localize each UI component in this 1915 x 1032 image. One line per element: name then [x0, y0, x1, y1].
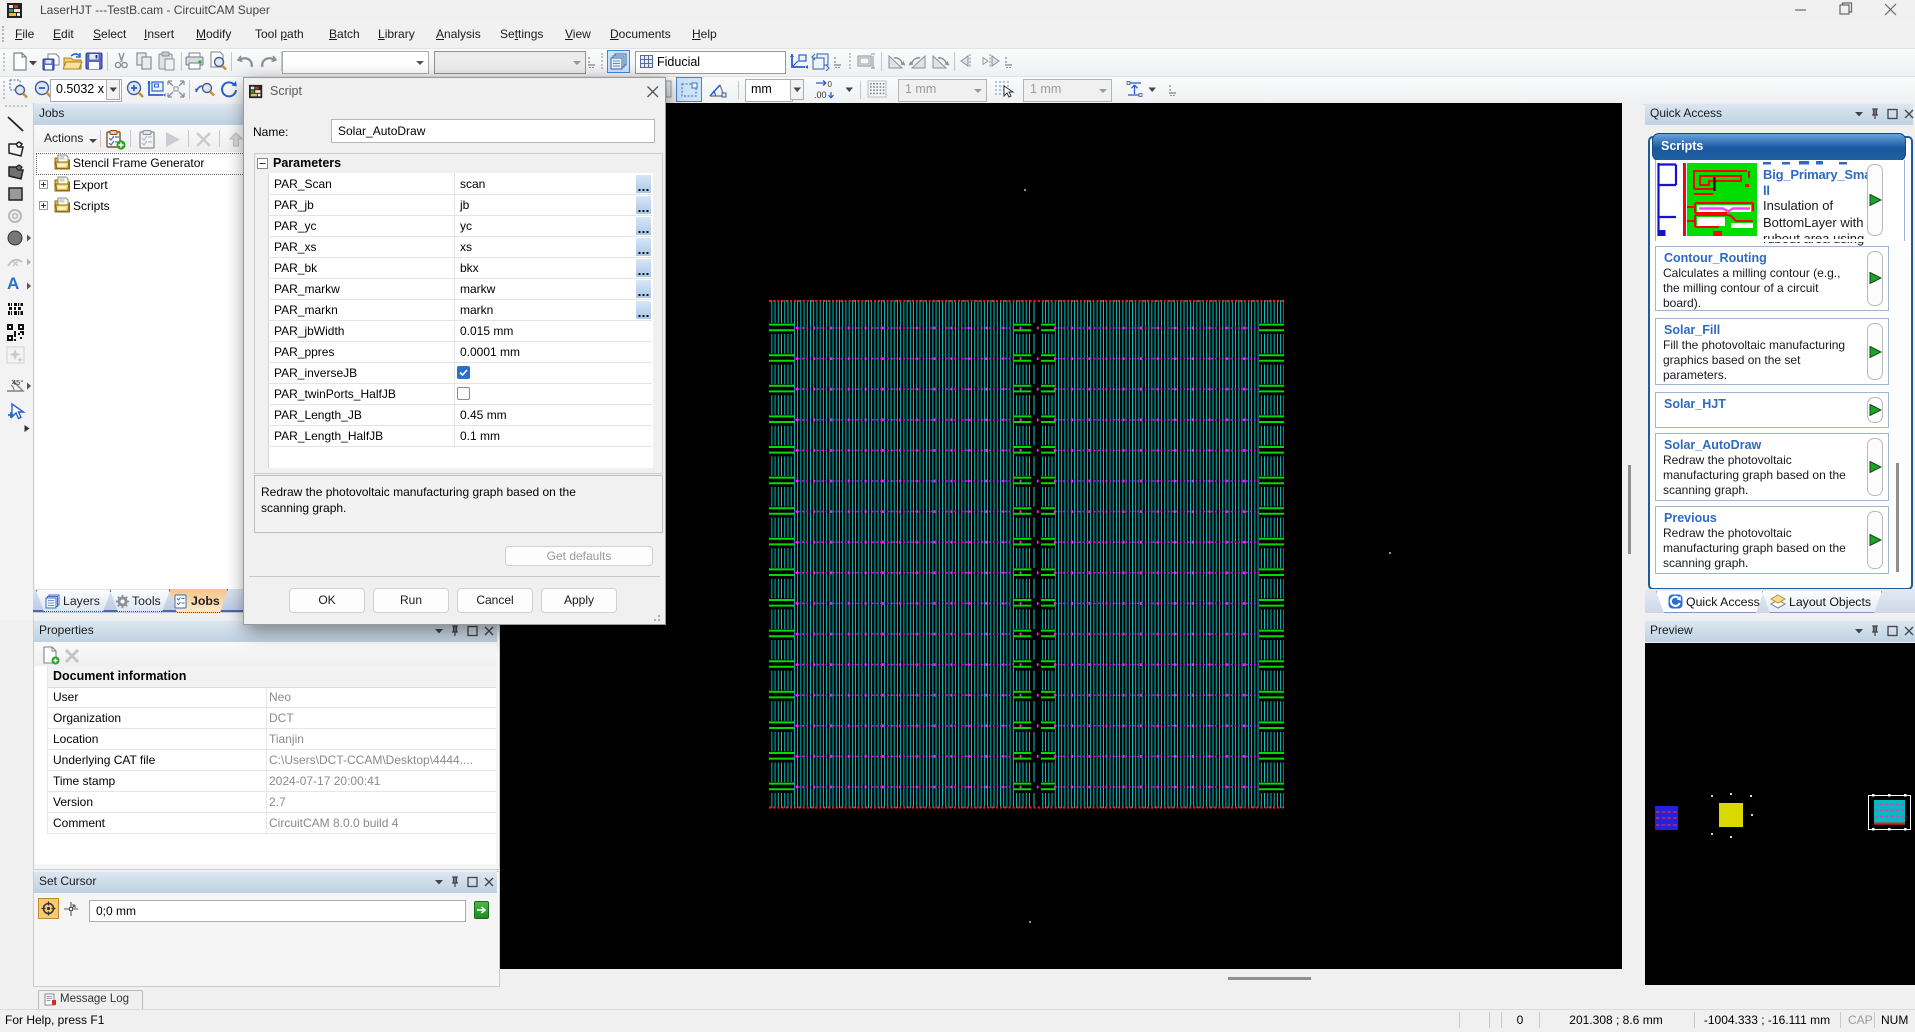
svg-text:0: 0 — [828, 80, 833, 89]
svg-text:.00: .00 — [814, 90, 827, 100]
svg-text:45°: 45° — [12, 378, 23, 387]
